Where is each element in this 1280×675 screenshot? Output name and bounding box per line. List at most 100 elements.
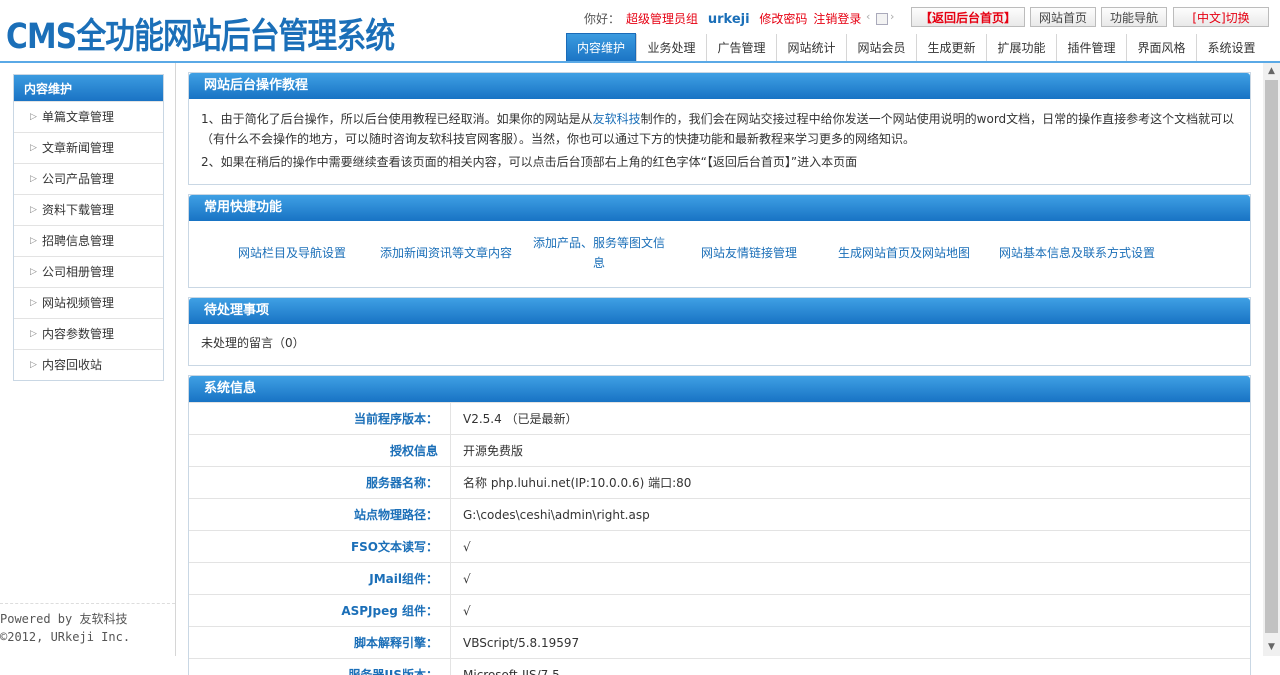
- change-password-link[interactable]: 修改密码: [759, 12, 807, 26]
- func-nav-button[interactable]: 功能导航: [1101, 7, 1167, 27]
- tab-ads[interactable]: 广告管理: [706, 34, 776, 62]
- info-key: FSO文本读写：: [189, 531, 451, 563]
- sidebar-item-label: 文章新闻管理: [42, 141, 114, 155]
- vertical-scrollbar[interactable]: ▲ ▼: [1263, 63, 1280, 656]
- back-home-button[interactable]: 【返回后台首页】: [911, 7, 1025, 27]
- company-link[interactable]: 友软科技: [593, 112, 641, 126]
- caret-right-icon: ▷: [30, 195, 37, 225]
- info-value: 名称 php.luhui.net(IP:10.0.0.6) 端口:80: [451, 467, 1251, 499]
- tab-extensions[interactable]: 扩展功能: [986, 34, 1056, 62]
- tab-generate[interactable]: 生成更新: [916, 34, 986, 62]
- panel-title: 常用快捷功能: [189, 195, 1250, 221]
- panel-title: 待处理事项: [189, 298, 1250, 324]
- pending-panel: 待处理事项 未处理的留言（0）: [188, 297, 1251, 366]
- sidebar-item-label: 内容回收站: [42, 358, 102, 372]
- caret-right-icon: ▷: [30, 350, 37, 380]
- info-key: 服务器IIS版本：: [189, 659, 451, 675]
- header: CMS全功能网站后台管理系统 你好： 超级管理员组 urkeji 修改密码注销登录…: [0, 0, 1280, 62]
- table-row: 脚本解释引擎：VBScript/5.8.19597: [189, 627, 1250, 659]
- sidebar-item-recycle[interactable]: ▷ 内容回收站: [14, 349, 163, 380]
- scroll-up-icon[interactable]: ▲: [1263, 63, 1280, 80]
- table-row: 当前程序版本：V2.5.4 （已是最新）: [189, 403, 1250, 435]
- quick-link-generate-home[interactable]: 生成网站首页及网站地图: [835, 221, 973, 285]
- pager-control[interactable]: ‹ ›: [866, 12, 898, 24]
- tab-content[interactable]: 内容维护: [566, 33, 636, 62]
- chevron-left-icon[interactable]: ‹: [866, 10, 870, 23]
- sidebar-item-album[interactable]: ▷ 公司相册管理: [14, 256, 163, 287]
- panel-title: 网站后台操作教程: [189, 73, 1250, 99]
- site-home-button[interactable]: 网站首页: [1030, 7, 1096, 27]
- tutorial-paragraph-1: 1、由于简化了后台操作，所以后台使用教程已经取消。如果你的网站是从友软科技制作的…: [189, 99, 1250, 149]
- table-row: 授权信息开源免费版: [189, 435, 1250, 467]
- scroll-down-icon[interactable]: ▼: [1263, 639, 1280, 656]
- quick-functions-panel: 常用快捷功能 网站栏目及导航设置 添加新闻资讯等文章内容 添加产品、服务等图文信…: [188, 194, 1251, 288]
- chevron-right-icon[interactable]: ›: [890, 10, 894, 23]
- user-bar: 你好： 超级管理员组 urkeji 修改密码注销登录: [584, 10, 867, 26]
- caret-right-icon: ▷: [30, 226, 37, 256]
- info-value: √: [451, 563, 1251, 595]
- sidebar-item-label: 公司相册管理: [42, 265, 114, 279]
- logout-link[interactable]: 注销登录: [813, 12, 861, 26]
- sidebar-menu: 内容维护 ▷单篇文章管理 ▷文章新闻管理 ▷公司产品管理 ▷资料下载管理 ▷招聘…: [13, 74, 164, 381]
- caret-right-icon: ▷: [30, 319, 37, 349]
- info-key: 授权信息: [189, 435, 451, 467]
- sidebar-item-jobs[interactable]: ▷招聘信息管理: [14, 225, 163, 256]
- caret-right-icon: ▷: [30, 257, 37, 287]
- sidebar-item-single-article[interactable]: ▷单篇文章管理: [14, 101, 163, 132]
- info-key: 站点物理路径：: [189, 499, 451, 531]
- table-row: 站点物理路径：G:\codes\ceshi\admin\right.asp: [189, 499, 1250, 531]
- tab-plugins[interactable]: 插件管理: [1056, 34, 1126, 62]
- info-key: 当前程序版本：: [189, 403, 451, 435]
- lang-switch-button[interactable]: [中文]切换: [1173, 7, 1269, 27]
- info-value: √: [451, 595, 1251, 627]
- sidebar-title: 内容维护: [14, 75, 163, 101]
- info-value: V2.5.4 （已是最新）: [451, 403, 1251, 435]
- quick-links: 网站栏目及导航设置 添加新闻资讯等文章内容 添加产品、服务等图文信息 网站友情链…: [189, 221, 1250, 285]
- pager-box-icon: [876, 13, 888, 25]
- site-logo: CMS全功能网站后台管理系统: [6, 8, 394, 59]
- quick-link-add-product[interactable]: 添加产品、服务等图文信息: [529, 221, 669, 285]
- caret-right-icon: ▷: [30, 164, 37, 194]
- tab-settings[interactable]: 系统设置: [1196, 34, 1266, 62]
- info-value: VBScript/5.8.19597: [451, 627, 1251, 659]
- system-info-table: 当前程序版本：V2.5.4 （已是最新） 授权信息开源免费版 服务器名称：名称 …: [189, 402, 1250, 675]
- sidebar-item-downloads[interactable]: ▷ 资料下载管理: [14, 194, 163, 225]
- table-row: 服务器IIS版本：Microsoft-IIS/7.5: [189, 659, 1250, 675]
- system-info-panel: 系统信息 当前程序版本：V2.5.4 （已是最新） 授权信息开源免费版 服务器名…: [188, 375, 1251, 675]
- tab-stats[interactable]: 网站统计: [776, 34, 846, 62]
- sidebar-item-label: 内容参数管理: [42, 327, 114, 341]
- sidebar-item-news[interactable]: ▷文章新闻管理: [14, 132, 163, 163]
- quick-link-nav-settings[interactable]: 网站栏目及导航设置: [229, 221, 355, 285]
- sidebar-item-label: 网站视频管理: [42, 296, 114, 310]
- sidebar-item-label: 单篇文章管理: [42, 110, 114, 124]
- role-label: 超级管理员组: [626, 12, 698, 26]
- tab-theme[interactable]: 界面风格: [1126, 34, 1196, 62]
- sidebar-item-video[interactable]: ▷网站视频管理: [14, 287, 163, 318]
- sidebar-item-products[interactable]: ▷ 公司产品管理: [14, 163, 163, 194]
- sidebar-item-label: 公司产品管理: [42, 172, 114, 186]
- table-row: ASPJpeg 组件：√: [189, 595, 1250, 627]
- info-key: ASPJpeg 组件：: [189, 595, 451, 627]
- table-row: 服务器名称：名称 php.luhui.net(IP:10.0.0.6) 端口:8…: [189, 467, 1250, 499]
- pending-messages-link[interactable]: 未处理的留言（0）: [189, 324, 1250, 361]
- panel-title: 系统信息: [189, 376, 1250, 402]
- scroll-thumb[interactable]: [1265, 80, 1278, 633]
- greeting-label: 你好：: [584, 12, 620, 26]
- username-label: urkeji: [708, 12, 750, 27]
- table-row: JMail组件：√: [189, 563, 1250, 595]
- quick-link-site-info[interactable]: 网站基本信息及联系方式设置: [995, 221, 1159, 285]
- tutorial-paragraph-2: 2、如果在稍后的操作中需要继续查看该页面的相关内容，可以点击后台顶部右上角的红色…: [189, 149, 1250, 172]
- quick-link-add-news[interactable]: 添加新闻资讯等文章内容: [375, 221, 517, 285]
- tutorial-panel: 网站后台操作教程 1、由于简化了后台操作，所以后台使用教程已经取消。如果你的网站…: [188, 72, 1251, 185]
- tab-business[interactable]: 业务处理: [636, 34, 706, 62]
- info-key: 脚本解释引擎：: [189, 627, 451, 659]
- powered-by-text: Powered by 友软科技: [0, 610, 175, 628]
- info-key: JMail组件：: [189, 563, 451, 595]
- copyright-text: ©2012, URkeji Inc.: [0, 628, 175, 646]
- sidebar-item-params[interactable]: ▷ 内容参数管理: [14, 318, 163, 349]
- sidebar-footer: Powered by 友软科技 ©2012, URkeji Inc.: [0, 603, 175, 646]
- tab-members[interactable]: 网站会员: [846, 34, 916, 62]
- quick-link-friend-links[interactable]: 网站友情链接管理: [697, 221, 801, 285]
- sidebar-item-label: 资料下载管理: [42, 203, 114, 217]
- header-divider: [0, 61, 1280, 63]
